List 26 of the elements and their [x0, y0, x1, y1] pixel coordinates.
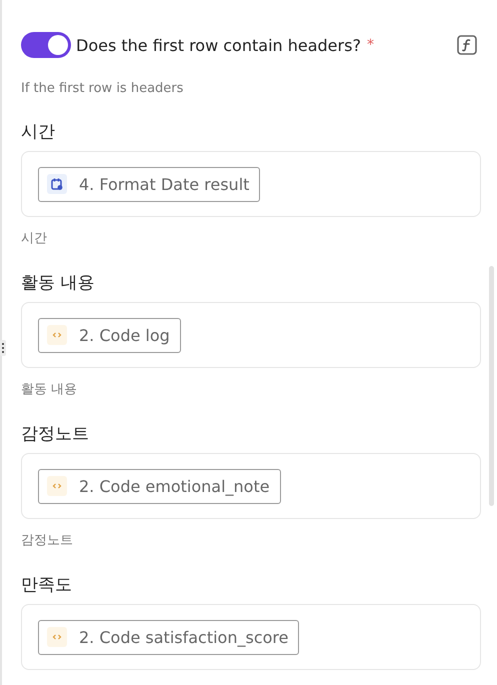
field-label: 만족도 — [21, 574, 73, 596]
input-field[interactable]: 2. Code emotional_note — [21, 453, 481, 519]
input-field[interactable]: 2. Code satisfaction_score — [21, 604, 481, 670]
field-label: 감정노트 — [21, 423, 90, 445]
toggle-switch[interactable] — [21, 32, 71, 58]
hint-text: 활동 내용 — [21, 381, 78, 398]
field-label: 시간 — [21, 121, 56, 143]
code-icon — [47, 476, 67, 496]
field-label: 활동 내용 — [21, 272, 96, 294]
variable-token[interactable]: 2. Code satisfaction_score — [38, 620, 300, 654]
formula-icon[interactable] — [457, 35, 477, 55]
input-field[interactable]: 2. Code log — [21, 302, 481, 368]
calendar-icon — [47, 174, 67, 194]
hint-text: 시간 — [21, 230, 48, 247]
hint-text: 감정노트 — [21, 532, 74, 549]
scrollbar[interactable] — [489, 266, 494, 506]
code-icon — [47, 325, 67, 345]
variable-token[interactable]: 4. Format Date result — [38, 166, 260, 202]
code-icon — [47, 627, 67, 647]
input-field[interactable]: 4. Format Date result — [21, 151, 481, 217]
hint-text: If the first row is headers — [21, 81, 184, 96]
drag-handle-icon[interactable] — [0, 340, 6, 356]
variable-token[interactable]: 2. Code log — [38, 318, 181, 352]
variable-token[interactable]: 2. Code emotional_note — [38, 468, 281, 504]
toggle-label: Does the first row contain headers? — [76, 36, 361, 54]
required-mark: * — [366, 37, 374, 53]
